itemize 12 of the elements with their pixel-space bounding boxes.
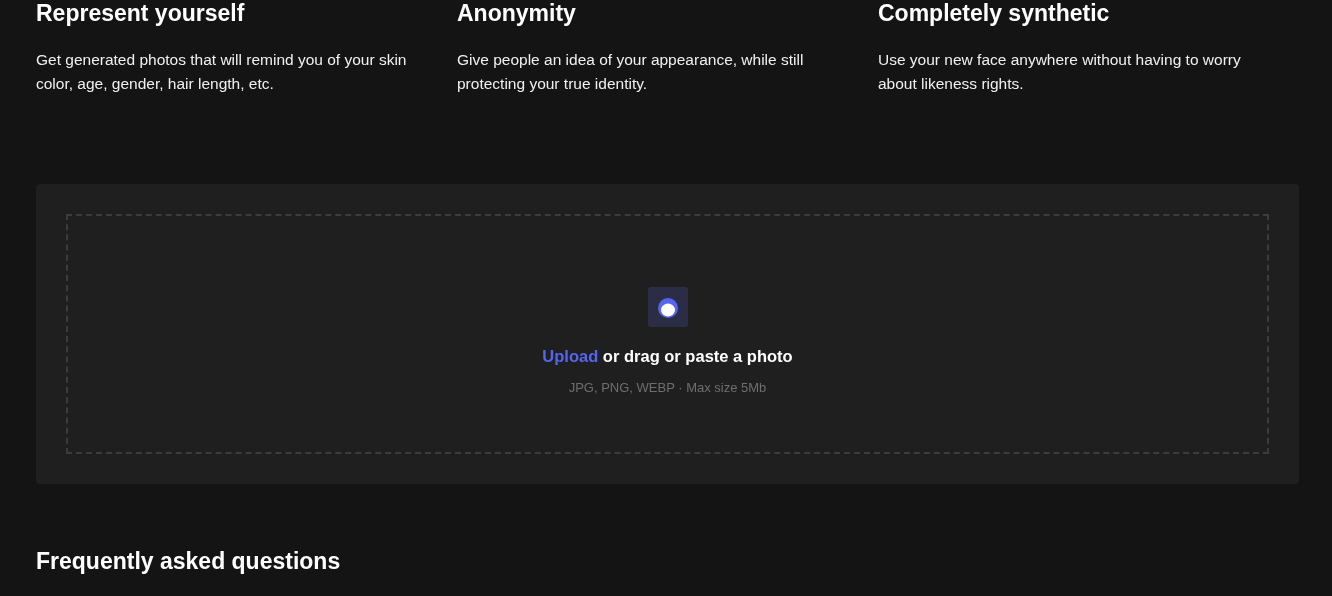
avatar-icon: [647, 287, 688, 327]
feature-description: Use your new face anywhere without having to worry about likeness rights.: [878, 50, 1242, 94]
drop-zone[interactable]: Upload or drag or paste a photo JPG, PNG, WEBP · Max size 5Mb: [66, 214, 1269, 454]
feature-title: Completely synthetic: [878, 0, 1111, 26]
upload-prompt: Upload or drag or paste a photo: [542, 347, 793, 366]
file-type-hint: JPG, PNG, WEBP · Max size 5Mb: [568, 380, 767, 395]
feature-title: Represent yourself: [36, 0, 246, 26]
feature-description: Give people an idea of your appearance, while still protecting your true identity.: [457, 50, 805, 94]
faq-heading: Frequently asked questions: [36, 548, 342, 575]
feature-description: Get generated photos that will remind you of your skin color, age, gender, hair length, etc.: [36, 50, 408, 94]
feature-title: Anonymity: [457, 0, 577, 26]
upload-link[interactable]: Upload: [542, 347, 599, 365]
